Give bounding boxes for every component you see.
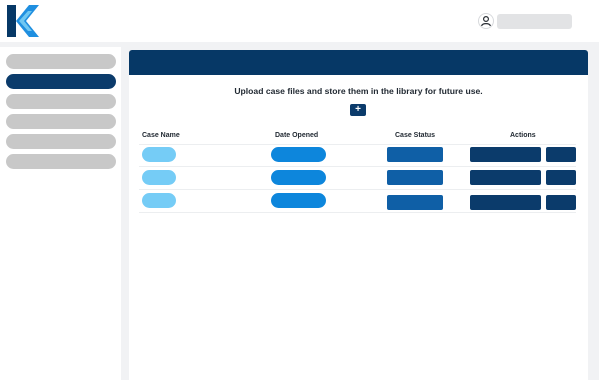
table-divider bbox=[139, 166, 576, 167]
secondary-action-button[interactable] bbox=[546, 147, 576, 162]
case-name-cell[interactable] bbox=[142, 193, 176, 208]
case-name-cell[interactable] bbox=[142, 170, 176, 185]
case-status-cell bbox=[387, 170, 443, 185]
sidebar-item-2-active[interactable] bbox=[6, 74, 116, 89]
case-name-cell[interactable] bbox=[142, 147, 176, 162]
column-header-case-status[interactable]: Case Status bbox=[395, 132, 435, 139]
table-divider bbox=[139, 144, 576, 145]
primary-action-button[interactable] bbox=[470, 195, 541, 210]
table-divider bbox=[139, 189, 576, 190]
add-case-button[interactable]: + bbox=[350, 104, 366, 116]
top-bar bbox=[0, 0, 599, 42]
primary-action-button[interactable] bbox=[470, 170, 541, 185]
primary-action-button[interactable] bbox=[470, 147, 541, 162]
sidebar-item-3[interactable] bbox=[6, 94, 116, 109]
column-header-actions: Actions bbox=[510, 132, 536, 139]
sidebar bbox=[0, 47, 121, 380]
secondary-action-button[interactable] bbox=[546, 170, 576, 185]
user-glyph-icon bbox=[481, 15, 491, 27]
user-name[interactable] bbox=[497, 14, 572, 29]
kaseware-k-logo-icon[interactable] bbox=[4, 3, 44, 39]
date-opened-cell bbox=[271, 147, 326, 162]
column-header-date-opened[interactable]: Date Opened bbox=[275, 132, 318, 139]
main-panel: Upload case files and store them in the … bbox=[129, 50, 588, 380]
main-header-bar bbox=[129, 50, 588, 75]
table-divider bbox=[139, 212, 576, 213]
case-status-cell bbox=[387, 195, 443, 210]
sidebar-item-5[interactable] bbox=[6, 134, 116, 149]
date-opened-cell bbox=[271, 170, 326, 185]
secondary-action-button[interactable] bbox=[546, 195, 576, 210]
sidebar-item-6[interactable] bbox=[6, 154, 116, 169]
sidebar-item-1[interactable] bbox=[6, 54, 116, 69]
column-header-case-name[interactable]: Case Name bbox=[142, 132, 180, 139]
case-status-cell bbox=[387, 147, 443, 162]
sidebar-item-4[interactable] bbox=[6, 114, 116, 129]
user-icon[interactable] bbox=[478, 13, 494, 29]
upload-instruction: Upload case files and store them in the … bbox=[234, 86, 483, 96]
date-opened-cell bbox=[271, 193, 326, 208]
